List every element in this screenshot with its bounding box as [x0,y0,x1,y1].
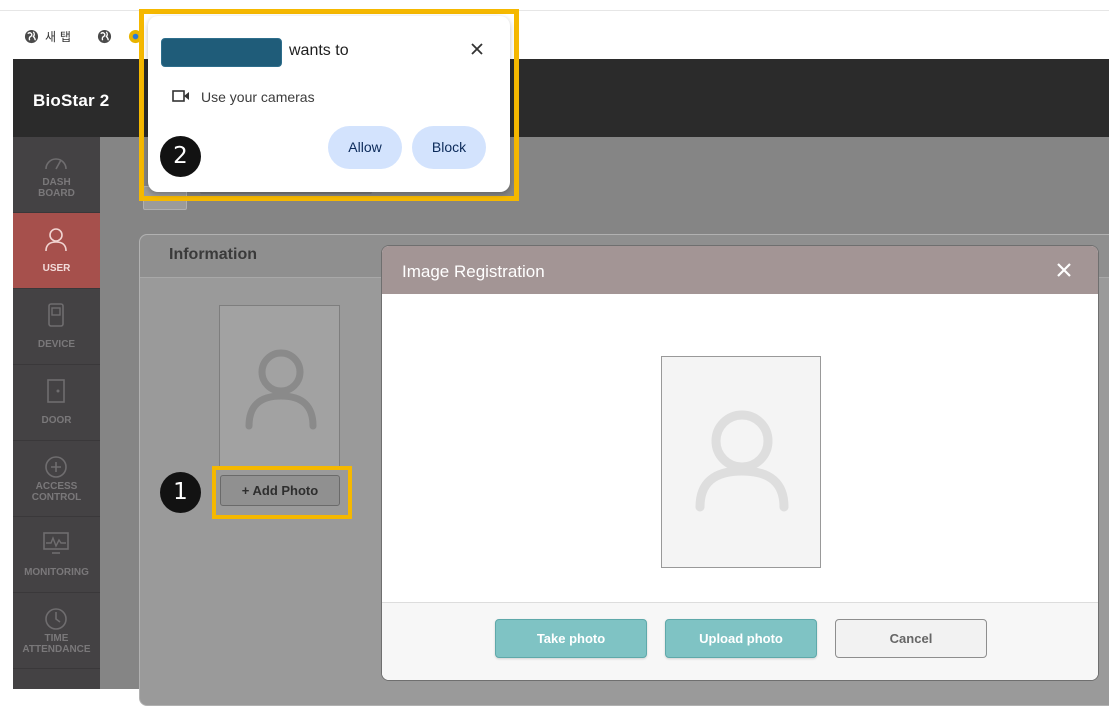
step-badge-2: 2 [160,136,201,177]
monitor-pulse-icon [43,532,69,554]
take-photo-button[interactable]: Take photo [495,619,647,658]
user-placeholder-icon [695,410,789,512]
sidebar-item-label: MONITORING [24,567,89,578]
close-icon[interactable] [1054,260,1074,280]
sidebar-item-time-attendance[interactable]: TIME ATTENDANCE [13,593,100,669]
sidebar-nav: DASH BOARD USER DEVICE DOOR ACCESS CONTR… [13,137,100,689]
sidebar-item-label: USER [42,263,71,274]
permission-heading: wants to [289,42,349,59]
upload-photo-button[interactable]: Upload photo [665,619,817,658]
permission-description: Use your cameras [201,89,315,105]
site-name-redacted [161,38,282,67]
sidebar-item-label: CONTROL [31,492,82,503]
sidebar-item-label: DASH [42,177,71,188]
allow-button[interactable]: Allow [328,126,402,169]
globe-icon [97,29,112,43]
door-icon [47,379,65,403]
browser-tab-new[interactable]: 새 탭 [24,26,71,46]
globe-icon [24,29,39,43]
image-registration-modal: Image Registration Take photo Upload pho… [381,245,1099,681]
sidebar-item-device[interactable]: DEVICE [13,289,100,365]
app-logo[interactable]: BioStar 2 [33,91,109,111]
modal-photo-preview [661,356,821,568]
sidebar-item-label: DEVICE [37,339,76,350]
camera-permission-prompt: wants to Use your cameras Allow Block [148,16,510,192]
sidebar-item-access-control[interactable]: ACCESS CONTROL [13,441,100,517]
cancel-button[interactable]: Cancel [835,619,987,658]
sidebar-item-dashboard[interactable]: DASH BOARD [13,137,100,213]
browser-tab-second[interactable] [97,26,112,46]
close-icon[interactable] [469,41,485,57]
sidebar-item-label: ACCESS [35,481,78,492]
user-photo-frame [219,305,340,467]
highlight-box-step1 [212,466,352,519]
step-badge-1: 1 [160,472,201,513]
sidebar-item-label: BOARD [38,188,75,199]
sidebar-item-user[interactable]: USER [13,213,100,289]
user-icon [45,228,67,251]
gauge-icon [45,158,67,170]
sidebar-item-label: DOOR [41,415,72,426]
sidebar-item-door[interactable]: DOOR [13,365,100,441]
clock-icon [45,608,67,630]
browser-tab-label: 새 탭 [45,29,71,44]
sidebar-item-monitoring[interactable]: MONITORING [13,517,100,593]
camera-icon [172,90,189,102]
information-title: Information [169,246,257,263]
modal-title: Image Registration [402,262,545,281]
sidebar-item-label: ATTENDANCE [22,644,91,655]
user-placeholder-icon [245,349,317,430]
shield-plus-icon [45,456,67,478]
sidebar-item-label: TIME [44,633,69,644]
block-button[interactable]: Block [412,126,486,169]
device-icon [48,303,64,327]
